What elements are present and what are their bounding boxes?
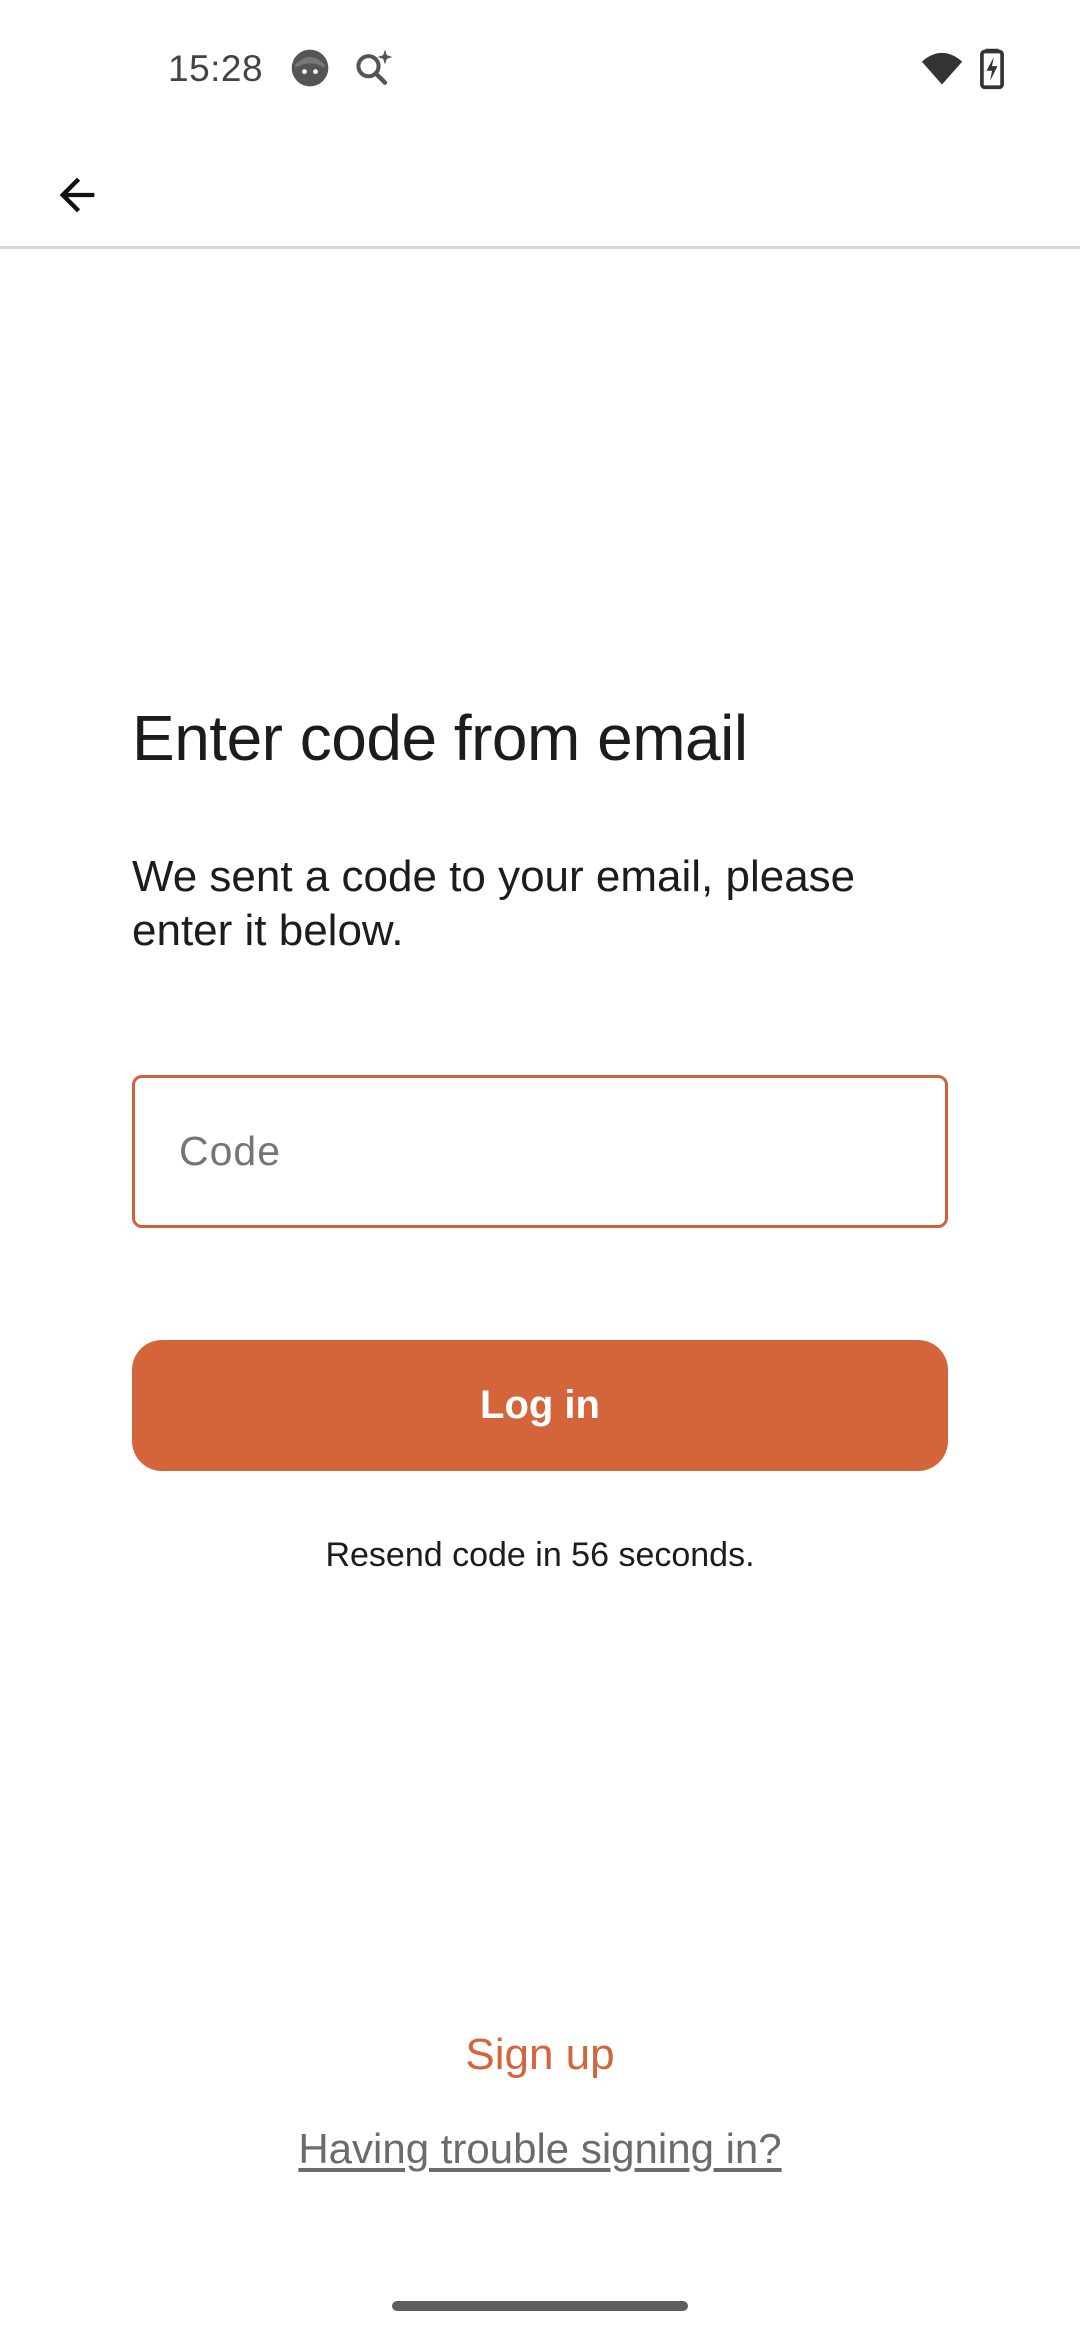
login-button[interactable]: Log in bbox=[132, 1340, 948, 1471]
login-code-screen: 15:28 Enter code from email We sent a co… bbox=[0, 0, 1080, 2340]
instruction-text: We sent a code to your email, please ent… bbox=[132, 852, 856, 955]
arrow-back-icon bbox=[59, 177, 95, 213]
code-input[interactable] bbox=[135, 1078, 945, 1225]
wifi-icon bbox=[920, 46, 964, 90]
top-app-bar bbox=[0, 140, 1080, 249]
battery-charging-icon bbox=[970, 46, 1014, 90]
status-bar: 15:28 bbox=[0, 0, 1080, 140]
search-sparkle-icon bbox=[352, 46, 396, 90]
trouble-signing-in-link[interactable]: Having trouble signing in? bbox=[0, 2125, 1080, 2173]
home-indicator[interactable] bbox=[392, 2301, 688, 2311]
face-icon bbox=[288, 46, 332, 90]
status-time: 15:28 bbox=[168, 48, 264, 89]
page-title: Enter code from email bbox=[132, 702, 748, 774]
resend-countdown-text: Resend code in 56 seconds. bbox=[325, 1536, 755, 1574]
code-field bbox=[132, 1075, 948, 1228]
sign-up-link[interactable]: Sign up bbox=[0, 2030, 1080, 2080]
back-button[interactable] bbox=[44, 162, 110, 228]
